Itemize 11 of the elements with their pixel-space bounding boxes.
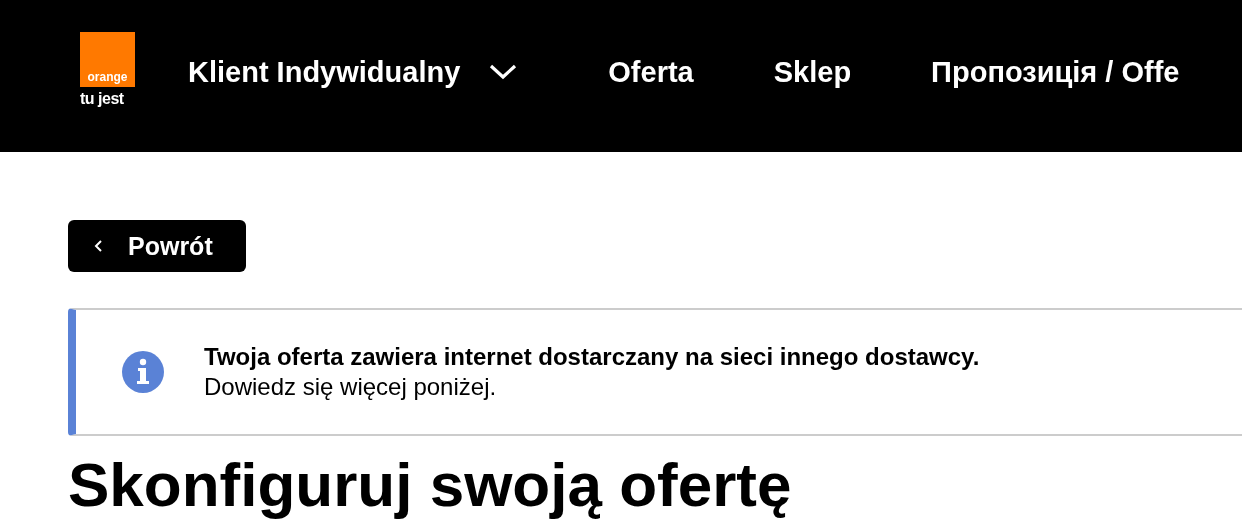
nav-link[interactable]: Oferta	[608, 54, 694, 90]
info-icon	[122, 351, 164, 393]
chevron-down-icon	[488, 63, 519, 81]
nav-link[interactable]: Пропозиція / Offe	[931, 54, 1180, 90]
notice-text: Dowiedz się więcej poniżej.	[204, 373, 498, 401]
nav-dropdown[interactable]: Klient Indywidualny	[188, 54, 519, 90]
notice-title: Twoja oferta zawiera internet dostarczany na sieci innego dostawcy.	[204, 343, 980, 371]
nav-link[interactable]: Sklep	[773, 54, 852, 90]
logo-tagline: tu jest	[80, 90, 124, 108]
back-button[interactable]: Powrót	[68, 220, 246, 272]
chevron-left-icon	[94, 238, 104, 254]
